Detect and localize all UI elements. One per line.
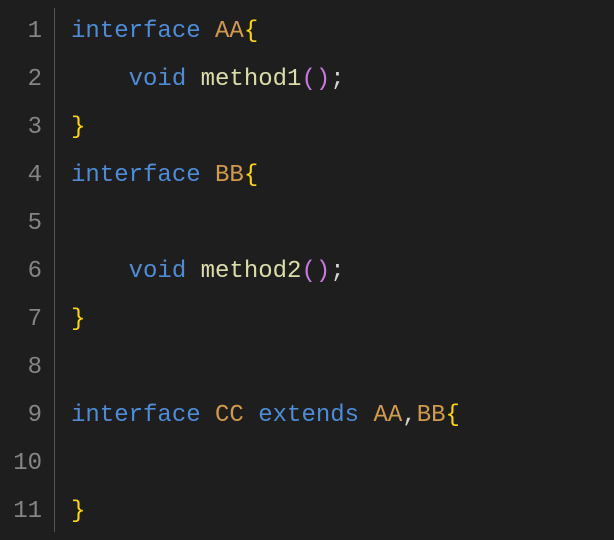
code-line[interactable]: } <box>71 488 614 536</box>
code-line[interactable] <box>71 344 614 392</box>
code-token: method2 <box>201 258 302 285</box>
line-number: 9 <box>0 392 42 440</box>
code-line[interactable] <box>71 200 614 248</box>
line-number: 6 <box>0 248 42 296</box>
code-token <box>71 66 129 93</box>
line-number: 11 <box>0 488 42 536</box>
code-token: CC <box>215 402 258 429</box>
code-line[interactable]: void method1(); <box>71 56 614 104</box>
code-token: ; <box>330 66 344 93</box>
code-line[interactable]: } <box>71 104 614 152</box>
line-number: 5 <box>0 200 42 248</box>
code-token: method1 <box>201 66 302 93</box>
code-token: interface <box>71 18 215 45</box>
code-token: , <box>402 402 416 429</box>
code-token: { <box>244 18 258 45</box>
code-token: } <box>71 114 85 141</box>
code-token: AA <box>373 402 402 429</box>
code-token: AA <box>215 18 244 45</box>
code-token: } <box>71 306 85 333</box>
code-area[interactable]: interface AA{ void method1();}interface … <box>55 8 614 532</box>
code-token: BB <box>215 162 244 189</box>
line-number: 4 <box>0 152 42 200</box>
line-number-gutter: 1234567891011 <box>0 8 55 532</box>
line-number: 10 <box>0 440 42 488</box>
code-token: { <box>446 402 460 429</box>
code-token: interface <box>71 402 215 429</box>
code-token: () <box>301 258 330 285</box>
code-line[interactable]: interface CC extends AA,BB{ <box>71 392 614 440</box>
code-editor[interactable]: 1234567891011 interface AA{ void method1… <box>0 0 614 540</box>
code-token: () <box>301 66 330 93</box>
line-number: 2 <box>0 56 42 104</box>
code-token: } <box>71 498 85 525</box>
code-token: ; <box>330 258 344 285</box>
line-number: 3 <box>0 104 42 152</box>
code-token: extends <box>258 402 373 429</box>
code-line[interactable]: void method2(); <box>71 248 614 296</box>
code-token: void <box>129 66 201 93</box>
code-line[interactable]: } <box>71 296 614 344</box>
line-number: 1 <box>0 8 42 56</box>
code-token: { <box>244 162 258 189</box>
code-line[interactable]: interface BB{ <box>71 152 614 200</box>
code-token: void <box>129 258 201 285</box>
code-line[interactable]: interface AA{ <box>71 8 614 56</box>
code-line[interactable] <box>71 440 614 488</box>
code-token: interface <box>71 162 215 189</box>
line-number: 8 <box>0 344 42 392</box>
code-token: BB <box>417 402 446 429</box>
code-token <box>71 258 129 285</box>
line-number: 7 <box>0 296 42 344</box>
